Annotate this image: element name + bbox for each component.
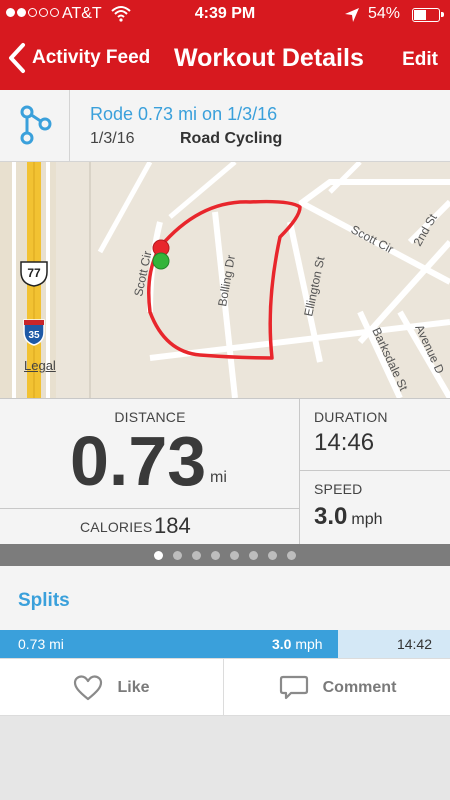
comment-bubble-icon — [279, 675, 308, 699]
page-dot[interactable] — [287, 550, 296, 560]
split-time: 14:42 — [396, 636, 432, 652]
comment-button[interactable]: Comment — [225, 659, 450, 716]
page-dot[interactable] — [268, 550, 277, 560]
edit-button[interactable]: Edit — [402, 49, 438, 71]
interstate-shield-icon: 35 — [23, 319, 45, 346]
splits-section: Splits — [0, 566, 450, 630]
distance-stat: DISTANCE 0.73 mi — [0, 399, 300, 509]
back-button[interactable]: Activity Feed — [8, 42, 150, 74]
us-highway-shield-icon: 77 — [20, 261, 48, 287]
like-label: Like — [117, 678, 150, 696]
split-speed-unit: mph — [295, 636, 323, 652]
speed-number: 3.0 — [314, 503, 348, 530]
calories-label: CALORIES — [80, 519, 153, 535]
duration-stat: DURATION 14:46 — [300, 399, 450, 471]
speed-stat: SPEED 3.0 mph — [300, 471, 450, 545]
status-bar: AT&T 4:39 PM 54% — [0, 0, 450, 30]
page-dot[interactable] — [211, 550, 220, 560]
calories-value: 184 — [154, 513, 191, 538]
activity-title-link[interactable]: Rode 0.73 mi on 1/3/16 — [90, 104, 277, 125]
duration-value: 14:46 — [314, 429, 375, 456]
page-dot[interactable] — [173, 550, 182, 560]
route-icon — [20, 105, 52, 145]
battery-icon — [412, 8, 444, 22]
page-dot[interactable] — [154, 550, 163, 560]
svg-text:35: 35 — [28, 330, 40, 341]
like-button[interactable]: Like — [0, 659, 224, 716]
map-canvas: Scott Cir Bolling Dr Ellington St Scott … — [0, 162, 450, 398]
speed-label: SPEED — [314, 481, 363, 497]
speed-value: 3.0 mph — [314, 503, 383, 531]
split-row: 0.73 mi 3.0 mph 14:42 — [0, 630, 450, 658]
speed-unit: mph — [351, 511, 383, 528]
splits-title: Splits — [18, 590, 70, 611]
page-title: Workout Details — [174, 44, 364, 72]
distance-unit: mi — [210, 469, 227, 486]
chevron-left-icon — [9, 43, 25, 73]
social-actions: Like Comment — [0, 658, 450, 716]
header: AT&T 4:39 PM 54% Activity Feed Workout D… — [0, 0, 450, 90]
route-icon-box — [0, 90, 70, 161]
legal-link[interactable]: Legal — [24, 358, 56, 373]
split-speed: 3.0 mph — [272, 636, 323, 652]
page-indicator[interactable] — [0, 544, 450, 566]
back-label: Activity Feed — [32, 47, 151, 68]
duration-label: DURATION — [314, 409, 388, 425]
activity-date: 1/3/16 — [90, 130, 135, 147]
split-distance: 0.73 mi — [18, 636, 64, 652]
nav-bar: Activity Feed Workout Details Edit — [0, 30, 450, 90]
activity-type: Road Cycling — [180, 130, 283, 147]
location-arrow-icon — [345, 8, 359, 22]
comment-label: Comment — [322, 678, 397, 696]
calories-stat: CALORIES 184 — [0, 509, 300, 545]
start-marker — [152, 252, 170, 270]
battery-percent: 54% — [368, 5, 401, 22]
route-map[interactable]: Scott Cir Bolling Dr Ellington St Scott … — [0, 162, 450, 398]
stats-panel: DISTANCE 0.73 mi CALORIES 184 DURATION 1… — [0, 398, 450, 545]
page-dot[interactable] — [192, 550, 201, 560]
page-dot[interactable] — [249, 550, 258, 560]
page-dot[interactable] — [230, 550, 239, 560]
svg-text:77: 77 — [27, 266, 41, 280]
distance-value: 0.73 — [70, 422, 207, 500]
heart-icon — [74, 674, 103, 700]
activity-header: Rode 0.73 mi on 1/3/16 1/3/16 Road Cycli… — [0, 90, 450, 162]
split-speed-number: 3.0 — [272, 636, 292, 652]
